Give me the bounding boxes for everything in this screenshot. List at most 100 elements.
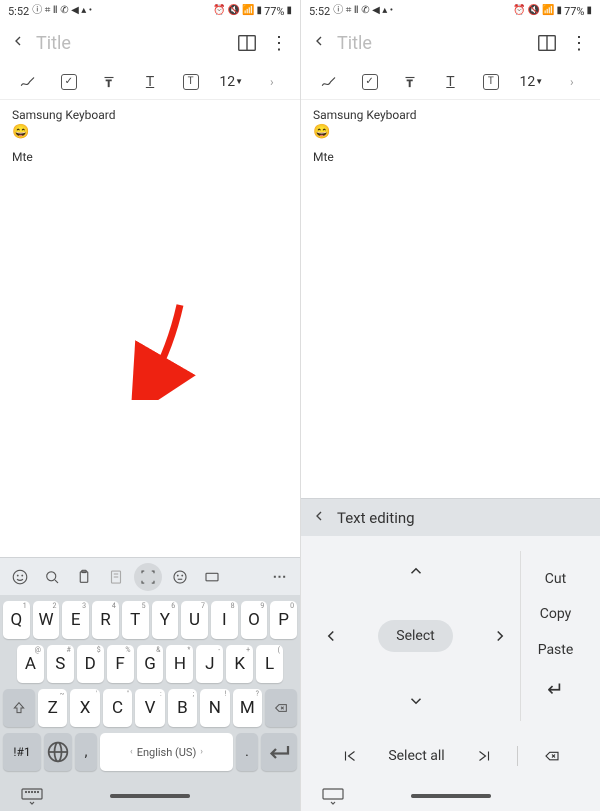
cursor-left-button[interactable] (316, 621, 346, 651)
editor-toolbar: ✓ T T T 12▼ › (301, 64, 600, 100)
reader-mode-icon[interactable] (536, 32, 558, 54)
key-y[interactable]: Y6 (152, 601, 179, 639)
key-c[interactable]: C" (103, 689, 132, 727)
key-s[interactable]: S# (47, 645, 74, 683)
battery-icon: ▮ (286, 6, 292, 16)
language-key[interactable] (44, 733, 72, 771)
back-button[interactable] (311, 33, 327, 53)
note-title-input[interactable]: Title (36, 33, 226, 54)
key-x[interactable]: X' (70, 689, 99, 727)
key-f[interactable]: F% (107, 645, 134, 683)
underline-tool[interactable]: T (430, 74, 470, 90)
home-indicator[interactable] (411, 794, 491, 798)
handwriting-tool[interactable] (309, 73, 349, 91)
key-p[interactable]: P0 (270, 601, 297, 639)
space-key[interactable]: ‹English (US)› (100, 733, 233, 771)
key-h[interactable]: H* (166, 645, 193, 683)
text-box-tool[interactable]: T (471, 74, 511, 90)
voice-input-icon[interactable] (102, 563, 130, 591)
text-box-tool[interactable]: T (170, 74, 211, 90)
status-indicator-icon: ⓘ ⌗ Ⅱ ✆ ◀ ▴ • (32, 6, 92, 16)
text-editing-icon[interactable] (134, 563, 162, 591)
symbols-key[interactable]: !#1 (3, 733, 41, 771)
copy-button[interactable]: Copy (540, 606, 572, 622)
keyboard-modes-icon[interactable] (198, 563, 226, 591)
key-m[interactable]: M? (233, 689, 262, 727)
key-j[interactable]: J- (196, 645, 223, 683)
mute-icon: 🔇 (528, 6, 540, 16)
status-bar: 5:52 ⓘ ⌗ Ⅱ ✆ ◀ ▴ • ⏰ 🔇 📶 ▮ 77% ▮ (0, 0, 300, 22)
key-d[interactable]: D$ (77, 645, 104, 683)
reader-mode-icon[interactable] (236, 32, 258, 54)
emoji-icon[interactable] (6, 563, 34, 591)
keyboard-hide-icon[interactable] (321, 787, 345, 805)
cursor-right-button[interactable] (485, 621, 515, 651)
app-header: Title ⋮ (0, 22, 300, 64)
key-q[interactable]: Q1 (3, 601, 30, 639)
handwriting-tool[interactable] (8, 73, 49, 91)
more-menu-icon[interactable]: ⋮ (268, 32, 290, 54)
note-body[interactable]: Samsung Keyboard 😄 Mte (0, 100, 300, 557)
key-a[interactable]: A@ (17, 645, 44, 683)
more-menu-icon[interactable]: ⋮ (568, 32, 590, 54)
signal-icon: ▮ (257, 6, 263, 16)
select-all-button[interactable]: Select all (383, 748, 450, 764)
cut-button[interactable]: Cut (545, 571, 566, 587)
key-u[interactable]: U7 (181, 601, 208, 639)
jump-end-button[interactable] (450, 747, 517, 765)
signal-icon: ▮ (557, 6, 563, 16)
key-b[interactable]: B; (168, 689, 197, 727)
shift-key[interactable] (3, 689, 35, 727)
sticker-icon[interactable] (166, 563, 194, 591)
select-button[interactable]: Select (378, 620, 452, 652)
home-indicator[interactable] (110, 794, 190, 798)
cursor-nav-pad: Select (311, 551, 520, 721)
note-body[interactable]: Samsung Keyboard 😄 Mte (301, 100, 600, 498)
qwerty-keyboard: Q1W2E3R4T5Y6U7I8O9P0 A@S#D$F%G&H*J-K+L( … (0, 595, 300, 781)
key-g[interactable]: G& (137, 645, 164, 683)
font-size-selector[interactable]: 12▼ (211, 74, 252, 90)
text-editing-back-button[interactable] (311, 508, 327, 528)
font-size-selector[interactable]: 12▼ (511, 74, 551, 90)
paste-button[interactable]: Paste (538, 642, 574, 658)
key-o[interactable]: O9 (241, 601, 268, 639)
text-editing-panel: Select Cut Copy Paste ↵ Select all (301, 536, 600, 781)
back-button[interactable] (10, 33, 26, 53)
toolbar-more-icon[interactable]: › (552, 75, 592, 89)
key-e[interactable]: E3 (62, 601, 89, 639)
key-v[interactable]: V: (135, 689, 164, 727)
key-l[interactable]: L( (256, 645, 283, 683)
checkbox-tool[interactable]: ✓ (349, 74, 389, 90)
backspace-key[interactable] (265, 689, 297, 727)
cursor-down-button[interactable] (401, 686, 431, 716)
keyboard-more-icon[interactable]: ⋯ (266, 563, 294, 591)
key-n[interactable]: N! (200, 689, 229, 727)
key-t[interactable]: T5 (122, 601, 149, 639)
note-text-line: Mte (12, 150, 288, 164)
period-key[interactable]: . (236, 733, 258, 771)
battery-text: 77% (564, 5, 584, 18)
cursor-up-button[interactable] (401, 556, 431, 586)
key-r[interactable]: R4 (92, 601, 119, 639)
text-style-tool[interactable]: T (89, 73, 130, 91)
checkbox-tool[interactable]: ✓ (49, 74, 90, 90)
comma-key[interactable]: , (75, 733, 97, 771)
enter-button[interactable]: ↵ (547, 677, 564, 701)
text-style-tool[interactable]: T (390, 73, 430, 91)
clipboard-icon[interactable] (70, 563, 98, 591)
search-icon[interactable] (38, 563, 66, 591)
svg-text:T: T (407, 79, 413, 89)
key-w[interactable]: W2 (33, 601, 60, 639)
key-k[interactable]: K+ (226, 645, 253, 683)
keyboard-hide-icon[interactable] (20, 787, 44, 805)
key-i[interactable]: I8 (211, 601, 238, 639)
backspace-button[interactable] (518, 747, 585, 765)
toolbar-more-icon[interactable]: › (251, 75, 292, 89)
note-title-input[interactable]: Title (337, 33, 526, 54)
jump-start-button[interactable] (316, 747, 383, 765)
key-z[interactable]: Z~ (38, 689, 67, 727)
wifi-icon: 📶 (542, 6, 554, 16)
enter-key[interactable] (261, 733, 297, 771)
keyboard-toolbar: ⋯ (0, 557, 300, 595)
underline-tool[interactable]: T (130, 74, 171, 90)
